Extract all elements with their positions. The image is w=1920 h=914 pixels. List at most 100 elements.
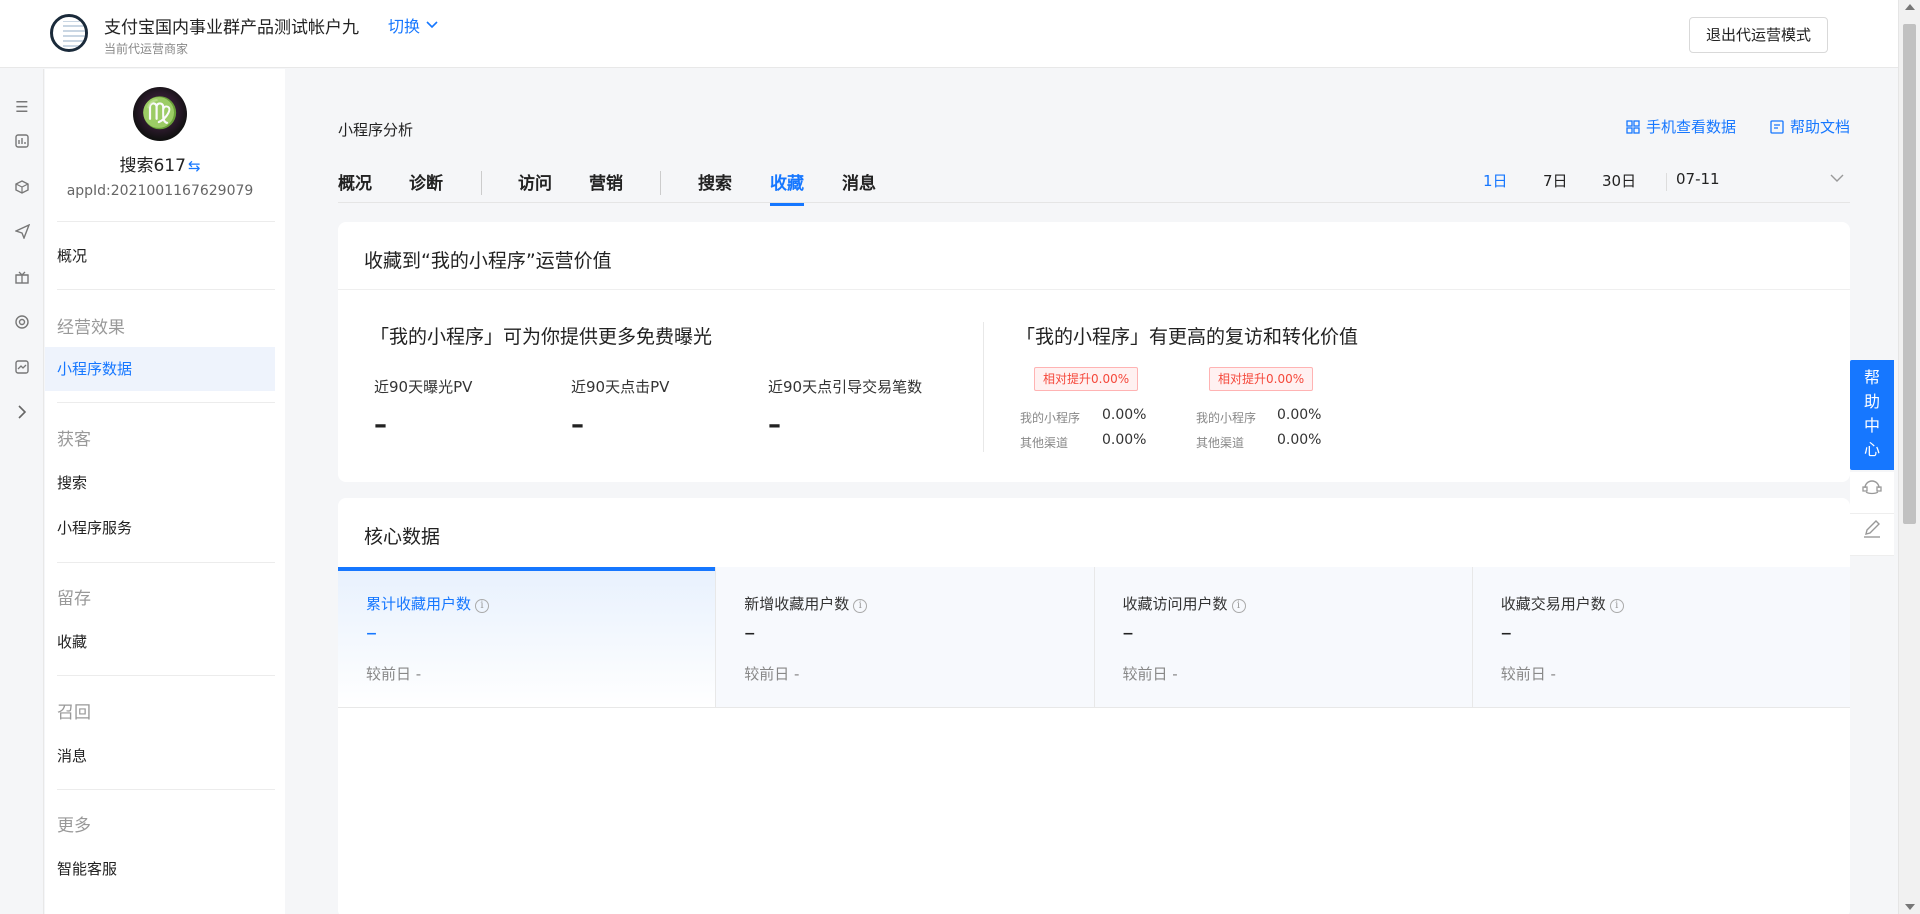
menu-icon[interactable]: ☰ xyxy=(12,97,32,117)
chevron-down-icon xyxy=(426,21,438,29)
metric-tile-favorite-transactions[interactable]: 收藏交易用户数 i – 较前日 - xyxy=(1471,567,1850,708)
gift-icon[interactable] xyxy=(12,269,32,289)
chevron-right-icon[interactable] xyxy=(12,404,32,424)
tile-value: – xyxy=(366,621,377,646)
analysis-tabs: 概况 诊断 访问 营销 搜索 收藏 消息 1日 7日 30日 07-11 xyxy=(338,169,1850,206)
scroll-thumb[interactable] xyxy=(1903,24,1916,524)
compare-label: 其他渠道 xyxy=(1020,436,1069,450)
vertical-divider xyxy=(983,322,984,452)
customer-service-icon[interactable] xyxy=(1850,472,1894,514)
sidebar: ♍ 搜索617 ⇆ appId:2021001167629079 概况 经营效果 … xyxy=(45,69,285,914)
app-id: appId:2021001167629079 xyxy=(66,183,254,199)
exit-operation-mode-button[interactable]: 退出代运营模式 xyxy=(1688,17,1828,53)
merchant-logo xyxy=(50,14,88,52)
compare-label: 我的小程序 xyxy=(1020,411,1081,425)
metric-value-clicks: – xyxy=(571,410,584,440)
compare-label: 我的小程序 xyxy=(1196,411,1257,425)
tile-label: 累计收藏用户数 i xyxy=(366,593,490,614)
tile-label: 收藏交易用户数 i xyxy=(1501,593,1624,614)
sidebar-item-messages[interactable]: 消息 xyxy=(45,734,275,778)
chevron-down-icon[interactable] xyxy=(1830,171,1844,187)
sidebar-item-mini-program-service[interactable]: 小程序服务 xyxy=(45,506,275,550)
sidebar-item-search[interactable]: 搜索 xyxy=(45,461,275,505)
swap-icon[interactable]: ⇆ xyxy=(188,157,201,175)
range-1-day[interactable]: 1日 xyxy=(1483,170,1508,191)
metric-label-clicks: 近90天点击PV xyxy=(571,378,670,396)
tab-favorites[interactable]: 收藏 xyxy=(770,169,804,206)
sidebar-section-retain: 留存 xyxy=(57,589,91,609)
metric-tile-total-favorites[interactable]: 累计收藏用户数 i – 较前日 - xyxy=(338,567,716,708)
vertical-scrollbar[interactable] xyxy=(1898,0,1920,914)
divider xyxy=(57,675,275,676)
sidebar-section-acquire: 获客 xyxy=(57,430,91,450)
compare-value: 0.00% xyxy=(1277,432,1322,448)
chart-icon[interactable] xyxy=(12,133,32,153)
range-7-days[interactable]: 7日 xyxy=(1543,170,1568,191)
top-header: 支付宝国内事业群产品测试帐户九 切换 当前代运营商家 退出代运营模式 xyxy=(0,0,1898,68)
cube-icon[interactable] xyxy=(12,179,32,199)
exposure-heading: 「我的小程序」可为你提供更多免费曝光 xyxy=(370,326,713,348)
metric-label-exposure: 近90天曝光PV xyxy=(374,378,473,396)
tile-label: 新增收藏用户数 i xyxy=(744,593,868,614)
relative-lift-tag: 相对提升0.00% xyxy=(1209,367,1314,391)
info-icon[interactable]: i xyxy=(1609,599,1624,613)
tab-visits[interactable]: 访问 xyxy=(518,169,552,194)
help-char: 中 xyxy=(1863,416,1880,435)
compare-label: 其他渠道 xyxy=(1196,436,1245,450)
info-icon[interactable]: i xyxy=(1231,599,1246,613)
info-icon[interactable]: i xyxy=(475,599,490,613)
relative-lift-tag: 相对提升0.00% xyxy=(1034,367,1139,391)
account-title: 支付宝国内事业群产品测试帐户九 xyxy=(104,18,359,38)
sidebar-section-business: 经营效果 xyxy=(57,318,125,338)
page-title: 小程序分析 xyxy=(338,121,414,139)
monitor-icon[interactable] xyxy=(12,359,32,379)
tab-overview[interactable]: 概况 xyxy=(338,169,372,194)
tab-marketing[interactable]: 营销 xyxy=(589,169,623,194)
metric-tile-favorite-visits[interactable]: 收藏访问用户数 i – 较前日 - xyxy=(1093,567,1472,708)
edit-feedback-icon[interactable] xyxy=(1850,514,1894,556)
sidebar-item-smart-service[interactable]: 智能客服 xyxy=(45,847,275,891)
operation-value-title: 收藏到“我的小程序”运营价值 xyxy=(364,250,612,272)
switch-account-link[interactable]: 切换 xyxy=(388,13,438,37)
tile-label-text: 累计收藏用户数 xyxy=(366,595,472,613)
range-30-days[interactable]: 30日 xyxy=(1602,170,1636,191)
revisit-heading: 「我的小程序」有更高的复访和转化价值 xyxy=(1016,326,1359,348)
tab-separator xyxy=(660,171,661,195)
switch-label[interactable]: 切换 xyxy=(388,13,420,37)
mobile-view-link[interactable]: 手机查看数据 xyxy=(1626,116,1736,137)
tile-label-text: 收藏访问用户数 xyxy=(1122,595,1228,613)
divider xyxy=(57,289,275,290)
tab-search[interactable]: 搜索 xyxy=(698,169,732,194)
help-char: 心 xyxy=(1863,440,1880,459)
range-separator xyxy=(1666,173,1667,191)
sidebar-item-overview[interactable]: 概况 xyxy=(45,234,275,278)
top-links: 手机查看数据 帮助文档 xyxy=(1626,116,1850,137)
tile-value: – xyxy=(1122,621,1134,646)
metric-tile-new-favorites[interactable]: 新增收藏用户数 i – 较前日 - xyxy=(715,567,1094,708)
tile-value: – xyxy=(1500,621,1512,646)
compare-value: 0.00% xyxy=(1102,432,1147,448)
scroll-down-arrow[interactable] xyxy=(1905,904,1915,910)
mobile-view-label[interactable]: 手机查看数据 xyxy=(1646,116,1736,137)
tab-messages[interactable]: 消息 xyxy=(842,169,876,194)
tile-label-text: 收藏交易用户数 xyxy=(1500,595,1606,613)
tile-value: – xyxy=(744,621,756,646)
tile-compare: 较前日 - xyxy=(1122,665,1178,683)
sidebar-item-mini-program-data[interactable]: 小程序数据 xyxy=(45,347,275,391)
divider xyxy=(57,789,275,790)
icon-rail: ☰ xyxy=(0,69,44,914)
help-center-button[interactable]: 帮 助 中 心 xyxy=(1850,360,1894,470)
help-doc-link[interactable]: 帮助文档 xyxy=(1770,116,1850,137)
mini-program-name-text: 搜索617 xyxy=(119,156,186,176)
metric-label-transactions: 近90天点引导交易笔数 xyxy=(768,378,923,396)
sidebar-item-favorites[interactable]: 收藏 xyxy=(45,620,275,664)
target-icon[interactable] xyxy=(12,314,32,334)
info-icon[interactable]: i xyxy=(853,599,868,613)
date-picker[interactable]: 07-11 xyxy=(1676,170,1720,188)
help-doc-label[interactable]: 帮助文档 xyxy=(1790,116,1850,137)
send-icon[interactable] xyxy=(12,223,32,244)
help-char: 帮 xyxy=(1863,368,1880,387)
tab-diagnosis[interactable]: 诊断 xyxy=(409,169,443,194)
tile-label-text: 新增收藏用户数 xyxy=(744,595,850,613)
scroll-up-arrow[interactable] xyxy=(1905,4,1915,10)
